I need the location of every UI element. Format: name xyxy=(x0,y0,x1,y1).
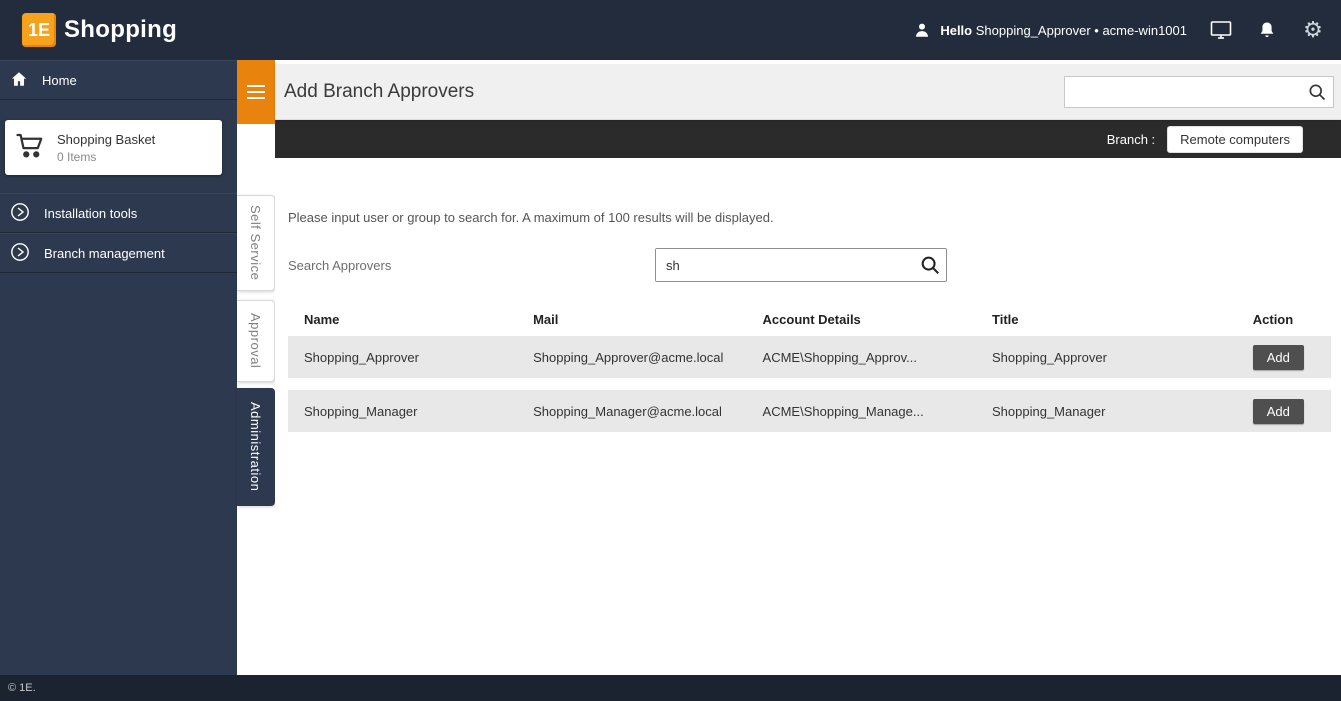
column-header-mail: Mail xyxy=(533,312,762,327)
approver-search-box xyxy=(655,248,947,282)
copyright-text: © 1E. xyxy=(8,682,36,694)
circle-arrow-icon xyxy=(10,242,30,265)
basket-items-count: 0 Items xyxy=(57,150,155,164)
cell-account: ACME\Shopping_Manage... xyxy=(763,404,992,419)
sidebar-item-label: Installation tools xyxy=(44,206,137,221)
hamburger-icon xyxy=(247,81,265,103)
main-area: Add Branch Approvers Branch : Remote com… xyxy=(275,60,1341,675)
header-search-input[interactable] xyxy=(1065,77,1301,107)
search-approvers-label: Search Approvers xyxy=(288,258,655,273)
cell-name: Shopping_Manager xyxy=(288,404,533,419)
cell-mail: Shopping_Manager@acme.local xyxy=(533,404,762,419)
approver-search-row: Search Approvers xyxy=(275,248,1341,282)
tab-administration[interactable]: Administration xyxy=(237,388,275,506)
1e-logo-icon: 1E xyxy=(22,13,56,47)
header-search-box xyxy=(1064,76,1334,108)
footer-bar: © 1E. xyxy=(0,675,1341,701)
cell-title: Shopping_Manager xyxy=(992,404,1253,419)
branch-label: Branch : xyxy=(1107,132,1155,147)
cell-title: Shopping_Approver xyxy=(992,350,1253,365)
column-header-title: Title xyxy=(992,312,1253,327)
add-approver-button[interactable]: Add xyxy=(1253,345,1304,370)
sidebar-item-label: Home xyxy=(42,73,77,88)
table-row: Shopping_Approver Shopping_Approver@acme… xyxy=(288,336,1331,378)
cell-name: Shopping_Approver xyxy=(288,350,533,365)
sidebar-item-label: Branch management xyxy=(44,246,165,261)
instructions-text: Please input user or group to search for… xyxy=(288,210,1341,225)
column-header-name: Name xyxy=(288,312,533,327)
cart-icon xyxy=(15,130,45,165)
page-content: Please input user or group to search for… xyxy=(275,210,1341,432)
page-header: Add Branch Approvers xyxy=(275,60,1341,120)
approver-search-icon[interactable] xyxy=(914,249,946,281)
home-icon xyxy=(10,70,28,91)
approvers-table: Name Mail Account Details Title Action S… xyxy=(288,312,1331,432)
brand-logo[interactable]: 1E Shopping xyxy=(0,13,177,47)
tab-self-service[interactable]: Self Service xyxy=(237,195,275,291)
branch-bar: Branch : Remote computers xyxy=(275,120,1341,158)
add-approver-button[interactable]: Add xyxy=(1253,399,1304,424)
tab-approval[interactable]: Approval xyxy=(237,300,275,382)
header-search-icon[interactable] xyxy=(1301,77,1333,107)
table-row: Shopping_Manager Shopping_Manager@acme.l… xyxy=(288,390,1331,432)
vertical-tab-strip: Self Service Approval Administration xyxy=(237,60,275,675)
sidebar-item-branch-management[interactable]: Branch management xyxy=(0,233,237,273)
sidebar-item-home[interactable]: Home xyxy=(0,60,237,100)
basket-title: Shopping Basket xyxy=(57,132,155,147)
user-icon xyxy=(910,18,934,42)
app-window: 1E Shopping Hello Shopping_Approver • ac… xyxy=(0,0,1341,701)
monitor-icon[interactable] xyxy=(1209,18,1233,42)
approver-search-input[interactable] xyxy=(656,249,914,281)
branch-selector-button[interactable]: Remote computers xyxy=(1167,126,1303,153)
brand-title: Shopping xyxy=(64,16,177,44)
shopping-basket-card[interactable]: Shopping Basket 0 Items xyxy=(5,120,222,175)
circle-arrow-icon xyxy=(10,202,30,225)
table-header-row: Name Mail Account Details Title Action xyxy=(288,312,1331,336)
notifications-bell-icon[interactable] xyxy=(1255,18,1279,42)
menu-toggle-button[interactable] xyxy=(237,60,275,124)
cell-mail: Shopping_Approver@acme.local xyxy=(533,350,762,365)
settings-gear-icon[interactable]: ⚙ xyxy=(1301,18,1325,42)
sidebar-item-installation-tools[interactable]: Installation tools xyxy=(0,193,237,233)
page-title: Add Branch Approvers xyxy=(284,81,474,103)
column-header-action: Action xyxy=(1253,312,1331,327)
user-greeting: Hello Shopping_Approver • acme-win1001 xyxy=(910,18,1187,42)
column-header-account-details: Account Details xyxy=(763,312,992,327)
sidebar: Home Shopping Basket 0 Items Installatio… xyxy=(0,60,237,675)
top-bar: 1E Shopping Hello Shopping_Approver • ac… xyxy=(0,0,1341,60)
cell-account: ACME\Shopping_Approv... xyxy=(763,350,992,365)
